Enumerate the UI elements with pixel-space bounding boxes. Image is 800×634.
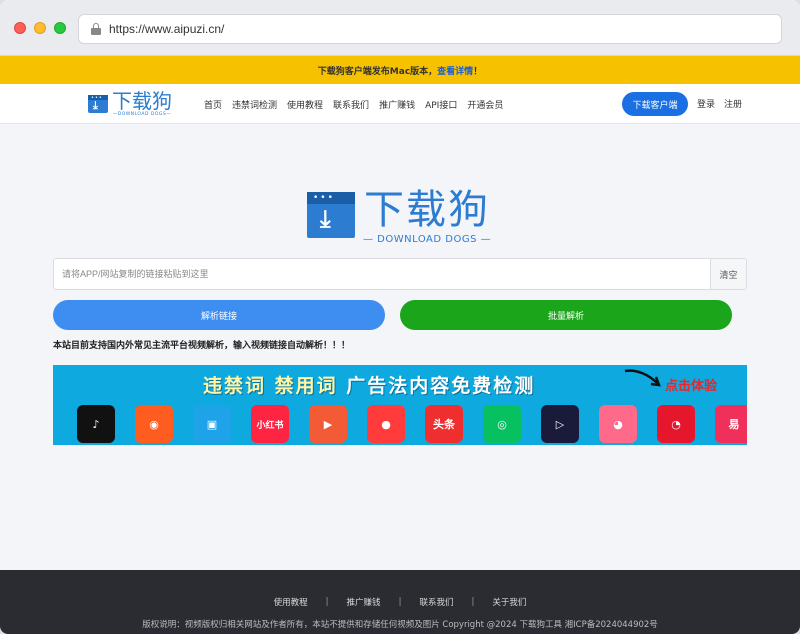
site-footer: 使用教程 | 推广赚钱 | 联系我们 | 关于我们 版权说明：视频版权归相关网站… bbox=[0, 570, 800, 634]
nav-item-promotion[interactable]: 推广赚钱 bbox=[379, 98, 415, 111]
footer-separator: | bbox=[325, 597, 329, 607]
xigua-icon: ▶ bbox=[309, 405, 347, 443]
logo-subtitle: —DOWNLOAD DOGS— bbox=[112, 112, 172, 117]
maximize-window-button[interactable] bbox=[54, 22, 66, 34]
site-logo[interactable]: ••• ⤓ 下载狗 —DOWNLOAD DOGS— bbox=[88, 90, 172, 117]
logo-name: 下载狗 bbox=[112, 89, 172, 113]
download-logo-icon: ••• ⤓ bbox=[88, 94, 108, 113]
batch-parse-button[interactable]: 批量解析 bbox=[400, 300, 732, 330]
footer-separator: | bbox=[471, 597, 475, 607]
footer-link-promotion[interactable]: 推广赚钱 bbox=[347, 596, 381, 608]
banner-title-rest: 广告法内容免费检测 bbox=[337, 375, 536, 397]
hero-logo-subtitle: — DOWNLOAD DOGS — bbox=[363, 234, 492, 245]
browser-chrome: https://www.aipuzi.cn/ bbox=[0, 0, 800, 56]
weibo-icon: ◔ bbox=[657, 405, 695, 443]
link-search-box: 清空 bbox=[53, 258, 747, 290]
window-controls bbox=[14, 22, 66, 34]
address-bar[interactable]: https://www.aipuzi.cn/ bbox=[78, 14, 782, 44]
main-nav: 首页 违禁词检测 使用教程 联系我们 推广赚钱 API接口 开通会员 bbox=[204, 84, 503, 124]
clear-button[interactable]: 清空 bbox=[710, 259, 746, 289]
promo-banner[interactable]: 违禁词 禁用词 广告法内容免费检测 点击体验 ♪ ◉ ▣ 小红书 ▶ ● 头条 … bbox=[53, 365, 747, 445]
parse-link-button[interactable]: 解析链接 bbox=[53, 300, 385, 330]
footer-link-contact[interactable]: 联系我们 bbox=[419, 596, 453, 608]
support-note: 本站目前支持国内外常见主流平台视频解析，输入视频链接自动解析！！！ bbox=[53, 341, 351, 351]
announcement-suffix: ！ bbox=[473, 66, 483, 77]
douyin-icon: ♪ bbox=[77, 405, 115, 443]
copyright-text: 版权说明：视频版权归相关网站及作者所有，本站不提供和存储任何视频及图片 Copy… bbox=[142, 620, 658, 630]
nav-item-banned-words[interactable]: 违禁词检测 bbox=[232, 98, 277, 111]
xiaohongshu-icon: 小红书 bbox=[251, 405, 289, 443]
nav-item-home[interactable]: 首页 bbox=[204, 98, 222, 111]
announcement-bar: 下载狗客户端发布Mac版本， 查看详情 ！ bbox=[0, 56, 800, 84]
login-link[interactable]: 登录 bbox=[697, 97, 715, 110]
hero-logo-name: 下载狗 bbox=[364, 187, 491, 233]
link-input[interactable] bbox=[54, 259, 710, 289]
nav-item-api[interactable]: API接口 bbox=[425, 98, 457, 111]
download-client-button[interactable]: 下载客户端 bbox=[622, 92, 688, 116]
browser-window: https://www.aipuzi.cn/ 下载狗客户端发布Mac版本， 查看… bbox=[0, 0, 800, 634]
url-text: https://www.aipuzi.cn/ bbox=[109, 22, 225, 36]
banner-cta[interactable]: 点击体验 bbox=[665, 375, 717, 394]
toutiao-icon: 头条 bbox=[425, 405, 463, 443]
announcement-link[interactable]: 查看详情 bbox=[437, 64, 473, 77]
banner-title: 违禁词 禁用词 广告法内容免费检测 bbox=[203, 371, 535, 398]
site-header: ••• ⤓ 下载狗 —DOWNLOAD DOGS— 首页 违禁词检测 使用教程 联… bbox=[0, 84, 800, 124]
footer-link-tutorial[interactable]: 使用教程 bbox=[274, 596, 308, 608]
wechat-video-icon: ◎ bbox=[483, 405, 521, 443]
download-logo-icon: ••• ⤓ bbox=[307, 192, 355, 238]
weishi-icon: ● bbox=[367, 405, 405, 443]
lock-icon bbox=[91, 23, 101, 35]
close-window-button[interactable] bbox=[14, 22, 26, 34]
nav-item-contact[interactable]: 联系我们 bbox=[333, 98, 369, 111]
kuaishou-icon: ◉ bbox=[135, 405, 173, 443]
announcement-text: 下载狗客户端发布Mac版本， bbox=[317, 66, 438, 77]
bilibili-icon: ▣ bbox=[193, 405, 231, 443]
hero-logo: ••• ⤓ 下载狗 — DOWNLOAD DOGS — bbox=[307, 188, 491, 245]
yi-icon: 易 bbox=[715, 405, 747, 443]
pipi-icon: ◕ bbox=[599, 405, 637, 443]
register-link[interactable]: 注册 bbox=[724, 97, 742, 110]
banner-title-highlight: 违禁词 禁用词 bbox=[203, 375, 338, 397]
haokan-icon: ▷ bbox=[541, 405, 579, 443]
footer-links: 使用教程 | 推广赚钱 | 联系我们 | 关于我们 bbox=[0, 596, 800, 608]
nav-item-tutorial[interactable]: 使用教程 bbox=[287, 98, 323, 111]
minimize-window-button[interactable] bbox=[34, 22, 46, 34]
footer-link-about[interactable]: 关于我们 bbox=[492, 596, 526, 608]
curved-arrow-icon bbox=[624, 369, 661, 387]
nav-item-membership[interactable]: 开通会员 bbox=[467, 98, 503, 111]
platform-icons: ♪ ◉ ▣ 小红书 ▶ ● 头条 ◎ ▷ ◕ ◔ 易 bbox=[77, 405, 747, 443]
footer-separator: | bbox=[398, 597, 402, 607]
